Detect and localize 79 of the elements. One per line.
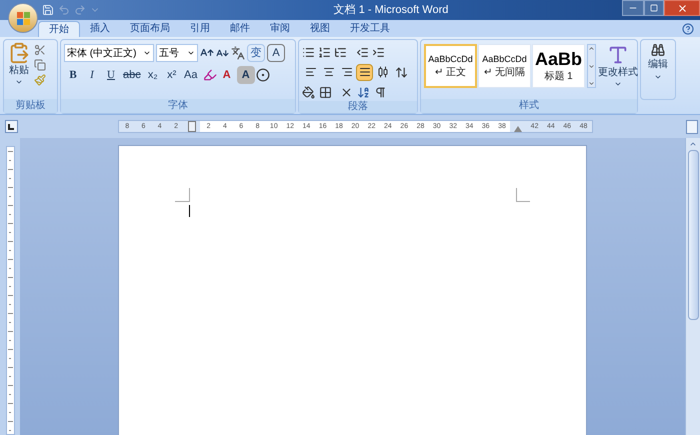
font-size-field[interactable]: 五号 (156, 44, 198, 62)
style-gallery-item[interactable]: AaBb 标题 1 (532, 44, 585, 88)
decrease-indent-icon[interactable] (356, 46, 369, 58)
view-ruler-icon[interactable] (686, 120, 698, 134)
show-marks-icon[interactable] (374, 86, 387, 98)
ribbon-tab[interactable]: 视图 (300, 21, 340, 37)
close-button[interactable] (664, 0, 700, 16)
paste-button[interactable]: 粘贴 (6, 42, 32, 86)
ribbon-tab[interactable]: 开始 (38, 21, 80, 37)
align-left-icon (304, 66, 316, 78)
character-shading-button[interactable]: A (236, 66, 255, 84)
format-button[interactable]: U (102, 66, 120, 84)
change-styles-icon (607, 44, 629, 66)
group-label: 样式 (519, 101, 539, 111)
window-title: 文档 1 - Microsoft Word (334, 2, 448, 18)
text-cursor (189, 205, 190, 217)
scroll-down-icon (588, 62, 595, 70)
align-center-icon (322, 66, 334, 78)
maximize-button[interactable] (644, 0, 664, 16)
multilevel-list-icon[interactable] (334, 46, 347, 58)
shading-icon[interactable] (302, 86, 315, 98)
caret-icon (614, 80, 622, 88)
style-gallery-item[interactable]: AaBbCcDd ↵ 无间隔 (478, 44, 531, 88)
ribbon-tab[interactable]: 引用 (180, 21, 220, 37)
borders-icon[interactable] (319, 86, 332, 98)
format-button[interactable]: x₂ (144, 66, 162, 84)
justify-icon (358, 66, 370, 78)
format-button[interactable]: I (83, 66, 101, 84)
ribbon-tab[interactable]: 开发工具 (340, 21, 400, 37)
increase-indent-icon[interactable] (372, 46, 385, 58)
vertical-scroll-bar[interactable] (685, 138, 700, 435)
change-styles-button[interactable]: 更改样式 (598, 44, 638, 88)
group-label: 剪贴板 (16, 101, 46, 111)
caret-icon (654, 73, 662, 81)
ribbon-tab[interactable]: 插入 (80, 21, 120, 37)
bullets-icon[interactable] (302, 46, 315, 58)
editing-button[interactable]: 编辑 (641, 40, 675, 99)
format-button[interactable]: x² (162, 66, 181, 84)
caret-icon (187, 49, 195, 57)
font-color-button[interactable]: A (218, 66, 236, 84)
caret-icon (15, 78, 23, 86)
margin-corner-mark (516, 188, 530, 202)
line-spacing-icon[interactable] (395, 66, 408, 78)
binoculars-icon (651, 43, 665, 57)
margin-corner-mark (175, 188, 190, 202)
character-border-button[interactable]: 变 (247, 44, 265, 62)
ribbon-tab[interactable]: 审阅 (260, 21, 300, 37)
highlight-icon[interactable] (202, 68, 217, 82)
more-icon (588, 80, 595, 87)
format-button[interactable]: B (64, 66, 82, 84)
align-right-icon (340, 66, 352, 78)
help-icon[interactable] (682, 23, 694, 35)
font-name-field[interactable]: 宋体 (中文正文) (64, 44, 154, 62)
close-icon (676, 2, 688, 14)
scroll-up-icon (588, 45, 595, 52)
gallery-scroll-bar[interactable] (587, 44, 596, 88)
enclose-character-button[interactable]: A (267, 44, 285, 62)
office-logo-icon[interactable] (8, 3, 38, 33)
group-label: 字体 (168, 101, 188, 111)
scroll-up-icon[interactable] (689, 140, 697, 148)
format-button[interactable]: abc (121, 66, 143, 84)
style-gallery-item[interactable]: AaBbCcDd ↵ 正文 (424, 44, 477, 88)
clipboard-icon (8, 42, 30, 64)
justify-button[interactable] (356, 64, 373, 80)
numbering-icon[interactable] (318, 46, 331, 58)
distribute-icon (376, 66, 388, 78)
maximize-icon (650, 4, 658, 12)
group-label: 段落 (348, 102, 368, 112)
caret-icon (143, 49, 151, 57)
cut-icon[interactable] (34, 44, 46, 56)
phonetic-guide-icon[interactable] (231, 46, 245, 60)
sort-icon[interactable] (357, 86, 370, 98)
tab-selector-icon[interactable] (5, 120, 18, 133)
save-icon[interactable] (42, 4, 54, 16)
format-button[interactable]: Aa (182, 66, 200, 84)
ribbon-tab[interactable]: 页面布局 (120, 21, 180, 37)
copy-icon[interactable] (34, 59, 46, 71)
scroll-thumb[interactable] (688, 150, 698, 320)
ribbon-tab[interactable]: 邮件 (220, 21, 260, 37)
